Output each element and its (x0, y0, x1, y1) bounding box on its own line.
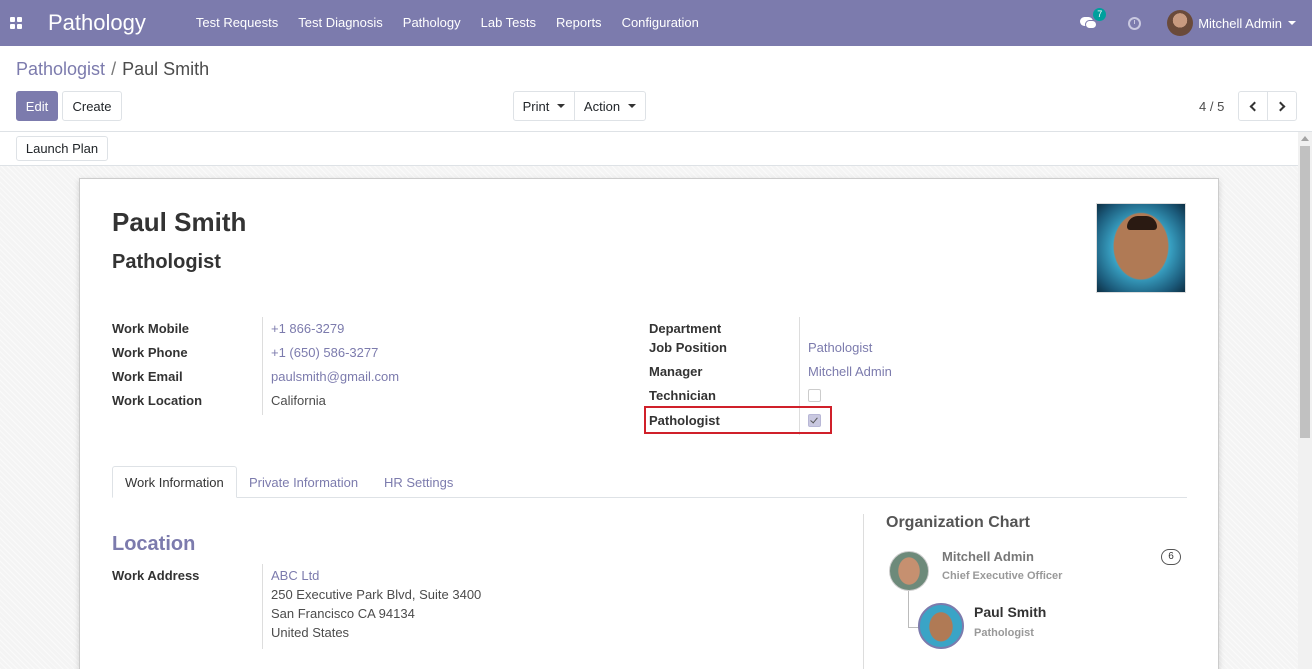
menu-test-requests[interactable]: Test Requests (186, 0, 288, 46)
divider (0, 131, 1312, 132)
job-position-value[interactable]: Pathologist (808, 340, 872, 355)
highlight-box (644, 406, 832, 434)
field-divider (262, 317, 263, 415)
menu-test-diagnosis[interactable]: Test Diagnosis (288, 0, 393, 46)
work-location-value: California (271, 393, 326, 408)
work-address-line: San Francisco CA 94134 (271, 606, 415, 621)
main-menu: Test Requests Test Diagnosis Pathology L… (186, 0, 709, 46)
work-address-line: 250 Executive Park Blvd, Suite 3400 (271, 587, 482, 602)
technician-label: Technician (649, 388, 716, 403)
org-chart-separator (863, 514, 864, 669)
create-button[interactable]: Create (62, 91, 122, 121)
technician-checkbox[interactable] (808, 389, 821, 402)
manager-value[interactable]: Mitchell Admin (808, 364, 892, 379)
breadcrumb-current: Paul Smith (122, 59, 210, 79)
print-dropdown[interactable]: Print (513, 91, 575, 121)
user-menu-name[interactable]: Mitchell Admin (1198, 16, 1282, 31)
app-brand[interactable]: Pathology (48, 10, 146, 36)
tab-work-information[interactable]: Work Information (112, 466, 237, 498)
work-location-label: Work Location (112, 393, 203, 408)
tab-hr-settings[interactable]: HR Settings (372, 466, 465, 498)
top-navbar: Pathology Test Requests Test Diagnosis P… (0, 0, 1312, 46)
job-position-label: Job Position (649, 340, 727, 355)
print-label: Print (522, 98, 550, 114)
avatar[interactable] (1167, 10, 1194, 36)
work-address-line: United States (271, 625, 350, 640)
org-self-job: Pathologist (974, 627, 1034, 639)
caret-down-icon[interactable] (1288, 21, 1296, 25)
action-dropdown[interactable]: Action (574, 91, 646, 121)
work-mobile-label: Work Mobile (112, 321, 190, 336)
work-address-label: Work Address (112, 568, 200, 583)
caret-down-icon (557, 104, 566, 108)
employee-job-title: Pathologist (112, 251, 221, 273)
menu-reports[interactable]: Reports (546, 0, 612, 46)
org-chart-title: Organization Chart (886, 514, 1031, 531)
menu-lab-tests[interactable]: Lab Tests (471, 0, 546, 46)
breadcrumb-separator: / (111, 59, 117, 79)
apps-icon[interactable] (0, 0, 32, 46)
pager-previous-button[interactable] (1238, 91, 1268, 121)
chat-count-badge: 7 (1093, 8, 1107, 21)
org-connector (908, 591, 909, 628)
breadcrumb-parent[interactable]: Pathologist (16, 59, 105, 79)
work-email-value[interactable]: paulsmith@gmail.com (271, 369, 399, 384)
work-email-label: Work Email (112, 369, 183, 384)
form-sheet: Paul Smith Pathologist Work Mobile +1 86… (79, 178, 1219, 669)
org-self-name: Paul Smith (974, 604, 1047, 620)
chat-icon[interactable]: 7 (1080, 8, 1107, 30)
action-label: Action (583, 98, 621, 114)
org-manager-count-badge[interactable]: 6 (1161, 549, 1181, 565)
work-mobile-value[interactable]: +1 866-3279 (271, 321, 344, 336)
work-address-company[interactable]: ABC Ltd (271, 568, 319, 583)
org-manager-job: Chief Executive Officer (942, 570, 1063, 582)
pager-next-button[interactable] (1267, 91, 1297, 121)
work-phone-value[interactable]: +1 (650) 586-3277 (271, 345, 378, 360)
pager-value[interactable]: 4 / 5 (1199, 99, 1224, 114)
clock-icon[interactable] (1128, 16, 1142, 30)
menu-pathology[interactable]: Pathology (393, 0, 471, 46)
menu-configuration[interactable]: Configuration (612, 0, 709, 46)
edit-button[interactable]: Edit (16, 91, 58, 121)
org-manager-name[interactable]: Mitchell Admin (942, 549, 1034, 564)
work-phone-label: Work Phone (112, 345, 188, 360)
manager-avatar[interactable] (889, 551, 929, 591)
chevron-left-icon (1249, 101, 1260, 111)
employee-photo[interactable] (1096, 203, 1186, 293)
navbar-right: 7 Mitchell Admin (1080, 0, 1296, 46)
self-avatar[interactable] (918, 603, 964, 649)
employee-name: Paul Smith (112, 207, 247, 237)
scroll-up-arrow[interactable] (1301, 136, 1309, 141)
breadcrumb: Pathologist / Paul Smith (16, 59, 209, 80)
manager-label: Manager (649, 364, 703, 379)
department-label: Department (649, 321, 722, 336)
scroll-thumb[interactable] (1300, 146, 1310, 438)
launch-plan-button[interactable]: Launch Plan (16, 136, 108, 161)
scrollbar[interactable] (1298, 132, 1312, 669)
location-section-title: Location (112, 533, 196, 555)
field-divider (262, 564, 263, 649)
tab-private-information[interactable]: Private Information (237, 466, 370, 498)
caret-down-icon (628, 104, 637, 108)
chevron-right-icon (1275, 101, 1286, 111)
